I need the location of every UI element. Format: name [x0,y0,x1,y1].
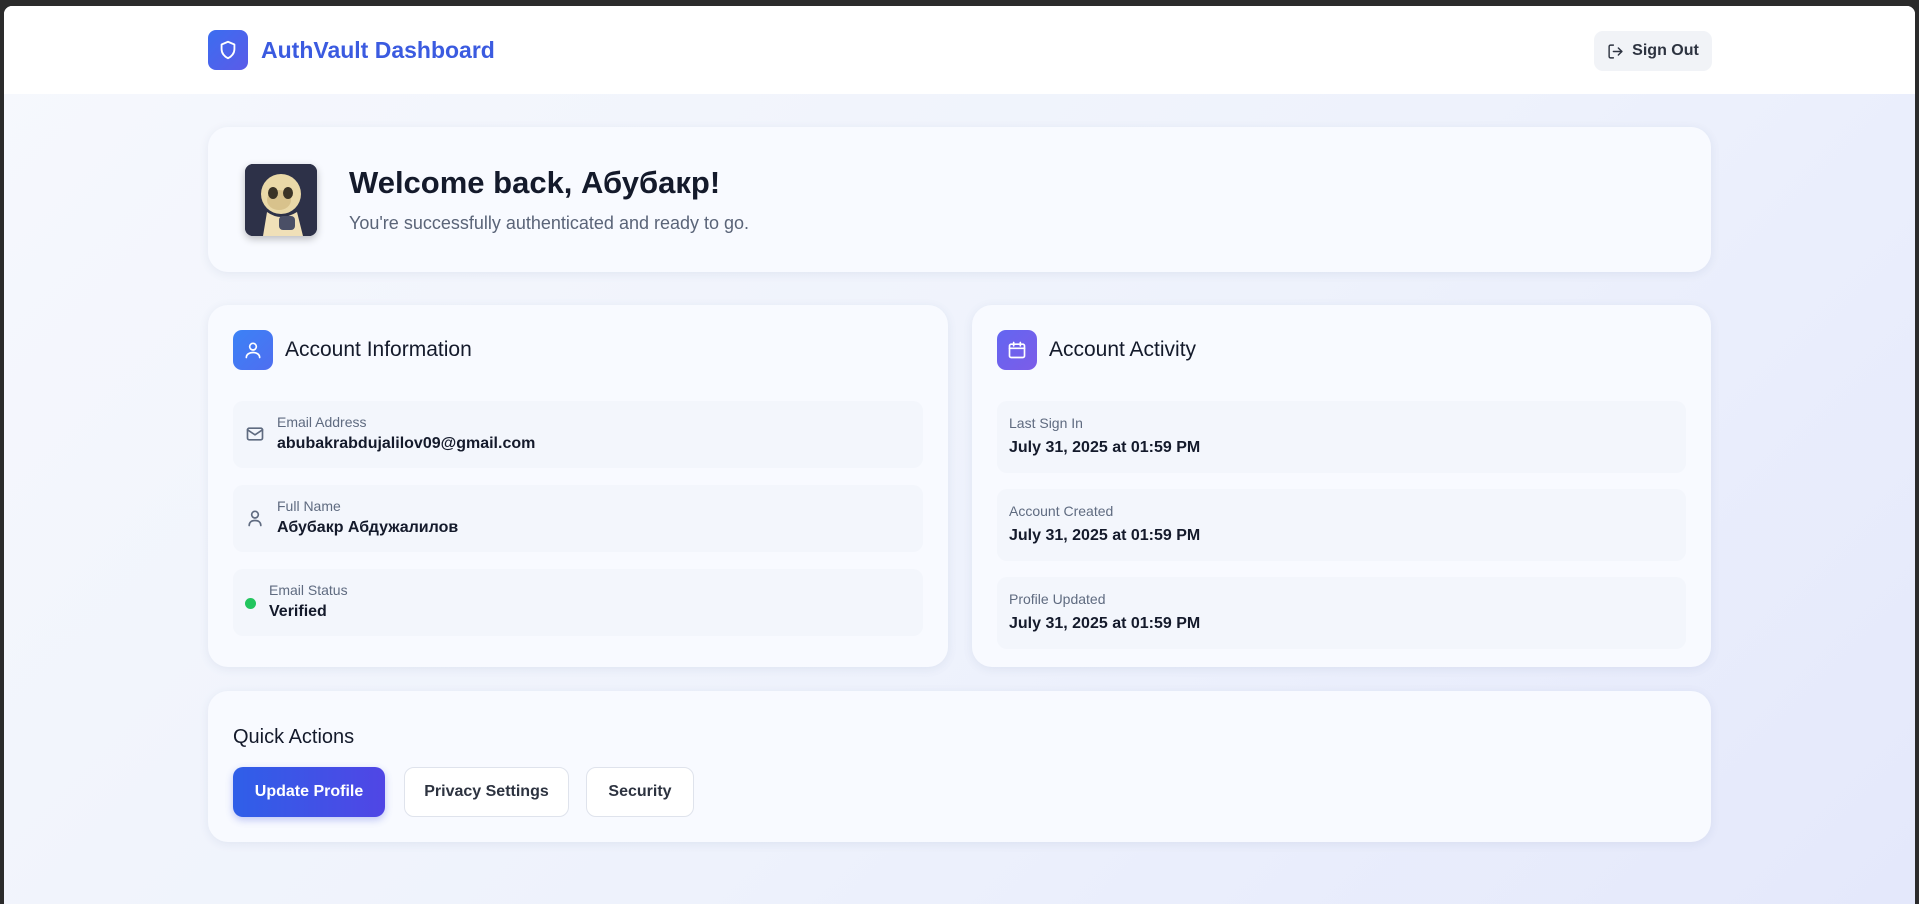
account-created-value: July 31, 2025 at 01:59 PM [1009,527,1201,544]
profile-updated-value: July 31, 2025 at 01:59 PM [1009,615,1201,632]
welcome-subtitle: You're successfully authenticated and re… [349,213,750,233]
top-header: AuthVault Dashboard Sign Out [4,6,1915,94]
welcome-card: Welcome back, Абубакр! You're successful… [208,127,1711,272]
account-activity-title: Account Activity [1049,338,1197,361]
account-information-title: Account Information [285,338,472,361]
quick-actions-title: Quick Actions [233,726,355,748]
profile-updated-label: Profile Updated [1009,591,1106,607]
sign-out-label: Sign Out [1632,42,1699,59]
app-title: AuthVault Dashboard [261,36,495,63]
calendar-icon [997,330,1037,370]
email-status-row: Email Status Verified [233,569,923,636]
status-dot [245,598,256,609]
account-activity-header: Account Activity [997,330,1196,370]
email-status-value: Verified [269,603,327,620]
log-out-icon [1608,43,1623,59]
user-icon [233,330,273,370]
profile-updated-row: Profile Updated July 31, 2025 at 01:59 P… [997,577,1686,649]
privacy-settings-button[interactable]: Privacy Settings [404,767,569,817]
quick-actions-card: Quick Actions Update Profile Privacy Set… [208,691,1711,842]
full-name-row: Full Name Абубакр Абдужалилов [233,485,923,552]
account-information-card: Account Information Email Address abubak… [208,305,948,667]
user-icon [248,510,262,527]
email-value: abubakrabdujalilov09@gmail.com [277,435,536,452]
last-sign-in-value: July 31, 2025 at 01:59 PM [1009,439,1201,456]
account-created-row: Account Created July 31, 2025 at 01:59 P… [997,489,1686,561]
update-profile-button[interactable]: Update Profile [233,767,385,817]
account-activity-card: Account Activity Last Sign In July 31, 2… [972,305,1711,667]
welcome-title: Welcome back, Абубакр! [349,165,721,200]
full-name-value: Абубакр Абдужалилов [277,519,459,536]
user-avatar[interactable] [245,164,317,236]
last-sign-in-label: Last Sign In [1009,415,1083,431]
security-button[interactable]: Security [586,767,694,817]
mail-icon [246,427,264,441]
email-row: Email Address abubakrabdujalilov09@gmail… [233,401,923,468]
sign-out-button[interactable]: Sign Out [1594,31,1712,71]
email-label: Email Address [277,414,367,430]
full-name-label: Full Name [277,498,341,514]
last-sign-in-row: Last Sign In July 31, 2025 at 01:59 PM [997,401,1686,473]
account-information-header: Account Information [233,330,472,370]
account-created-label: Account Created [1009,503,1114,519]
shield-icon [208,30,248,70]
app-window: AuthVault Dashboard Sign Out Welcome bac [4,6,1915,904]
brand[interactable]: AuthVault Dashboard [208,30,495,70]
email-status-label: Email Status [269,582,348,598]
